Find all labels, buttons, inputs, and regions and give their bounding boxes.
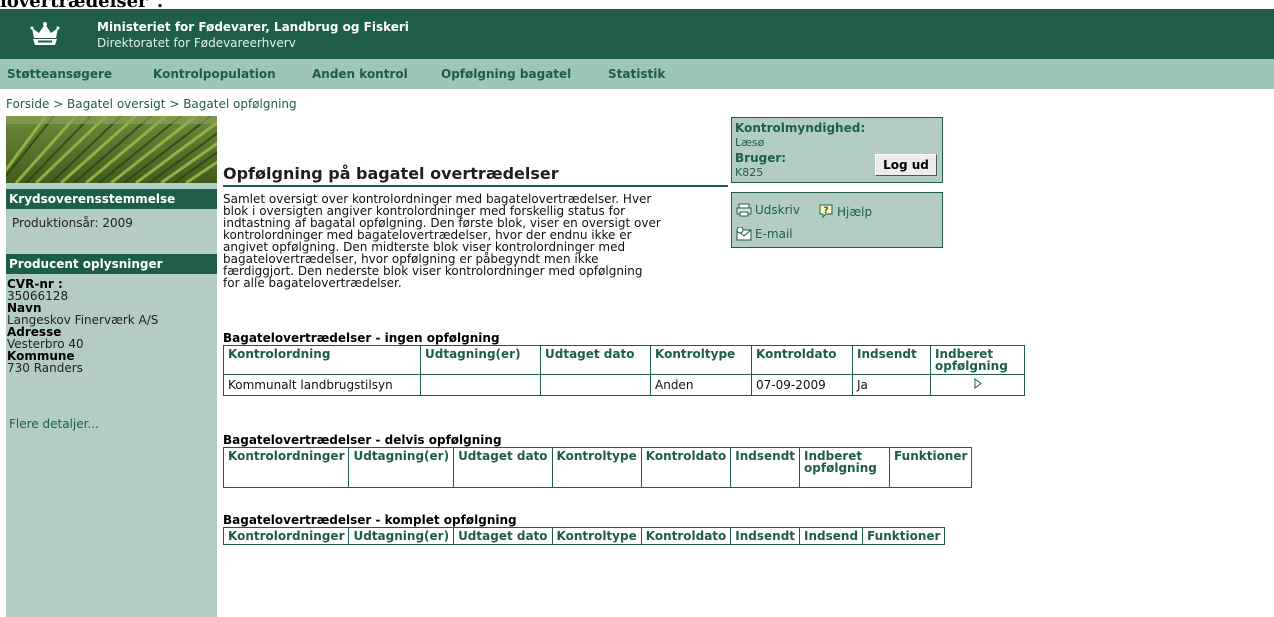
intro-line: for alle bagatelovertrædelser.: [223, 276, 402, 290]
municipality-value: 730 Randers: [7, 361, 83, 375]
col-header: Udtagning(er): [420, 345, 541, 375]
title-divider: [223, 185, 728, 187]
user-label: Bruger:: [735, 151, 787, 165]
section-title-delvis: Bagatelovertrædelser - delvis opfølgning: [223, 433, 502, 447]
play-arrow-icon[interactable]: [973, 378, 983, 389]
print-label: Udskriv: [755, 203, 800, 217]
svg-text:?: ?: [823, 206, 828, 216]
col-header: Indsendt: [852, 345, 931, 375]
col-header: Indsendt: [730, 527, 801, 545]
field-photo: [6, 116, 217, 183]
producer-info: CVR-nr : 35066128 Navn Langeskov Finervæ…: [7, 278, 158, 374]
intro-text: Samlet oversigt over kontrolordninger me…: [223, 193, 728, 289]
table-header-row: Kontrolordninger Udtagning(er) Udtaget d…: [222, 527, 946, 545]
help-icon: ?: [819, 204, 833, 219]
col-header: Udtaget dato: [540, 345, 651, 375]
col-header: Funktioner: [862, 527, 946, 545]
site-header: Ministeriet for Fødevarer, Landbrug og F…: [0, 9, 1274, 59]
user-value: K825: [735, 166, 764, 179]
main-nav: Støtteansøgere Kontrolpopulation Anden k…: [0, 59, 1274, 89]
more-details-link[interactable]: Flere detaljer...: [9, 417, 99, 431]
col-header: Funktioner: [889, 447, 973, 488]
col-header: Kontrolordninger: [222, 527, 350, 545]
col-header: Kontroldato: [640, 447, 732, 488]
table-delvis-opfolgning: Kontrolordninger Udtagning(er) Udtaget d…: [222, 447, 973, 488]
col-header: Udtagning(er): [348, 447, 455, 488]
email-label: E-mail: [755, 227, 793, 241]
cell-kontrolordning: Kommunalt landbrugstilsyn: [223, 374, 421, 396]
logout-button[interactable]: Log ud: [875, 154, 937, 176]
breadcrumb-bagatel-oversigt[interactable]: Bagatel oversigt: [67, 97, 165, 111]
table-ingen-opfolgning: Kontrolordning Udtagning(er) Udtaget dat…: [223, 345, 1025, 396]
col-header: Kontrolordning: [223, 345, 421, 375]
col-header: Indsend: [799, 527, 864, 545]
sidebar: Krydsoverensstemmelse Produktionsår: 200…: [6, 116, 217, 617]
col-header: Kontroldato: [751, 345, 853, 375]
section-title-komplet: Bagatelovertrædelser - komplet opfølgnin…: [223, 513, 517, 527]
col-header: Kontroltype: [551, 447, 642, 488]
directorate-subtitle: Direktoratet for Fødevareerhverv: [97, 36, 296, 50]
nav-statistik[interactable]: Statistik: [608, 67, 665, 81]
col-header: Udtaget dato: [453, 447, 553, 488]
sidebar-section-krydsoverensstemmelse: Krydsoverensstemmelse: [6, 189, 217, 209]
tools-box: Udskriv ? Hjælp E-mail: [731, 192, 943, 248]
sidebar-section-producent: Producent oplysninger: [6, 254, 217, 274]
table-komplet-opfolgning: Kontrolordninger Udtagning(er) Udtaget d…: [222, 527, 946, 545]
cell-indsendt: Ja: [852, 374, 931, 396]
printer-icon: [736, 203, 752, 217]
breadcrumb-separator: >: [165, 97, 184, 111]
cell-kontroltype: Anden: [650, 374, 752, 396]
cell-udtagning: [420, 374, 541, 396]
authority-label: Kontrolmyndighed:: [735, 121, 866, 135]
email-icon: [736, 226, 752, 241]
cell-udtaget-dato: [540, 374, 651, 396]
production-year: Produktionsår: 2009: [12, 216, 133, 230]
breadcrumb-separator: >: [49, 97, 68, 111]
nav-opfolgning-bagatel[interactable]: Opfølgning bagatel: [441, 67, 571, 81]
col-header: Indsendt: [730, 447, 801, 488]
nav-anden-kontrol[interactable]: Anden kontrol: [312, 67, 408, 81]
nav-stotteansogere[interactable]: Støtteansøgere: [7, 67, 112, 81]
col-header: Kontrolordninger: [222, 447, 350, 488]
table-row: Kommunalt landbrugstilsyn Anden 07-09-20…: [223, 374, 1025, 396]
email-link[interactable]: E-mail: [736, 226, 793, 241]
table-header-row: Kontrolordninger Udtagning(er) Udtaget d…: [222, 447, 973, 488]
col-header: Kontroltype: [650, 345, 752, 375]
col-header: Udtaget dato: [453, 527, 553, 545]
authority-value: Læsø: [735, 136, 765, 149]
col-header: Udtagning(er): [348, 527, 455, 545]
col-header: Indberet opfølgning: [930, 345, 1025, 375]
section-title-ingen: Bagatelovertrædelser - ingen opfølgning: [223, 331, 500, 345]
ministry-title: Ministeriet for Fødevarer, Landbrug og F…: [97, 20, 409, 34]
help-link[interactable]: ? Hjælp: [818, 203, 872, 219]
breadcrumb-forside[interactable]: Forside: [6, 97, 49, 111]
col-header: Kontroldato: [640, 527, 732, 545]
page-title: Opfølgning på bagatel overtrædelser: [223, 164, 559, 183]
help-label: Hjælp: [837, 205, 873, 219]
col-header: Indberet opfølgning: [799, 447, 891, 488]
cell-kontroldato: 07-09-2009: [751, 374, 853, 396]
report-followup-cell[interactable]: [930, 374, 1025, 396]
col-header: Kontroltype: [551, 527, 642, 545]
table-header-row: Kontrolordning Udtagning(er) Udtaget dat…: [223, 345, 1025, 375]
breadcrumb: Forside > Bagatel oversigt > Bagatel opf…: [6, 97, 297, 111]
breadcrumb-current: Bagatel opfølgning: [183, 97, 297, 111]
nav-kontrolpopulation[interactable]: Kontrolpopulation: [153, 67, 276, 81]
user-info-box: Kontrolmyndighed: Læsø Bruger: K825 Log …: [731, 117, 943, 183]
print-link[interactable]: Udskriv: [736, 203, 800, 217]
top-text-fragment: lovertrædelser".: [0, 0, 164, 12]
crown-logo-icon: [30, 22, 60, 45]
